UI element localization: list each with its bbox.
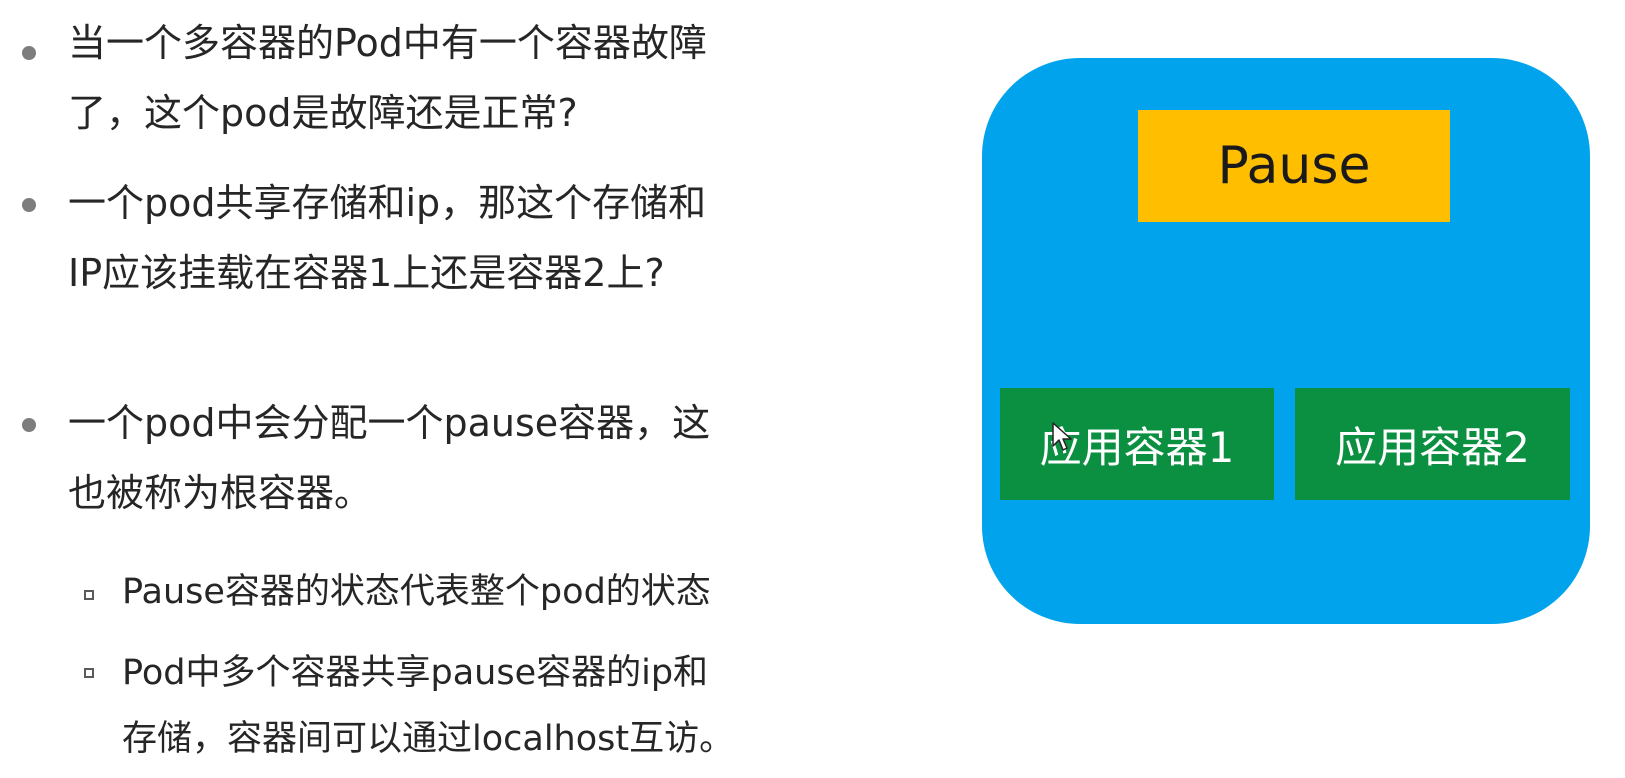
sub-bullet-text-1: Pause容器的状态代表整个pod的状态: [122, 560, 822, 624]
pause-container-box: Pause: [1138, 110, 1450, 222]
sub-bullet-line: Pause容器的状态代表整个pod的状态: [122, 572, 711, 612]
bullet-text-3: 一个pod中会分配一个pause容器，这 也被称为根容器。: [68, 388, 828, 528]
sub-bullet-square-icon: [84, 668, 94, 678]
sub-bullet-square-icon: [84, 590, 94, 600]
bullet-line: 也被称为根容器。: [68, 471, 373, 515]
bullet-line: 当一个多容器的Pod中有一个容器故障: [68, 21, 707, 65]
mouse-pointer-icon: [1052, 422, 1072, 451]
bullet-text-1: 当一个多容器的Pod中有一个容器故障 了，这个pod是故障还是正常?: [68, 8, 828, 148]
bullet-line: 一个pod中会分配一个pause容器，这: [68, 401, 711, 445]
bullet-dot-icon: [22, 46, 36, 60]
bullet-list: 当一个多容器的Pod中有一个容器故障 了，这个pod是故障还是正常? 一个pod…: [0, 0, 840, 778]
sub-bullet-line: 存储，容器间可以通过localhost互访。: [122, 719, 735, 759]
app-container-1-box: 应用容器1: [1000, 388, 1274, 500]
sub-bullet-line: Pod中多个容器共享pause容器的ip和: [122, 653, 709, 693]
sub-bullet-text-2: Pod中多个容器共享pause容器的ip和 存储，容器间可以通过localhos…: [122, 640, 822, 772]
app-container-2-label: 应用容器2: [1335, 422, 1530, 472]
bullet-dot-icon: [22, 198, 36, 212]
app-container-2-box: 应用容器2: [1295, 388, 1570, 500]
bullet-line: 了，这个pod是故障还是正常?: [68, 91, 578, 135]
bullet-text-2: 一个pod共享存储和ip，那这个存储和 IP应该挂载在容器1上还是容器2上?: [68, 168, 828, 308]
slide: 当一个多容器的Pod中有一个容器故障 了，这个pod是故障还是正常? 一个pod…: [0, 0, 1625, 778]
pause-label: Pause: [1217, 136, 1371, 196]
bullet-dot-icon: [22, 418, 36, 432]
bullet-line: 一个pod共享存储和ip，那这个存储和: [68, 181, 707, 225]
bullet-line: IP应该挂载在容器1上还是容器2上?: [68, 251, 665, 295]
